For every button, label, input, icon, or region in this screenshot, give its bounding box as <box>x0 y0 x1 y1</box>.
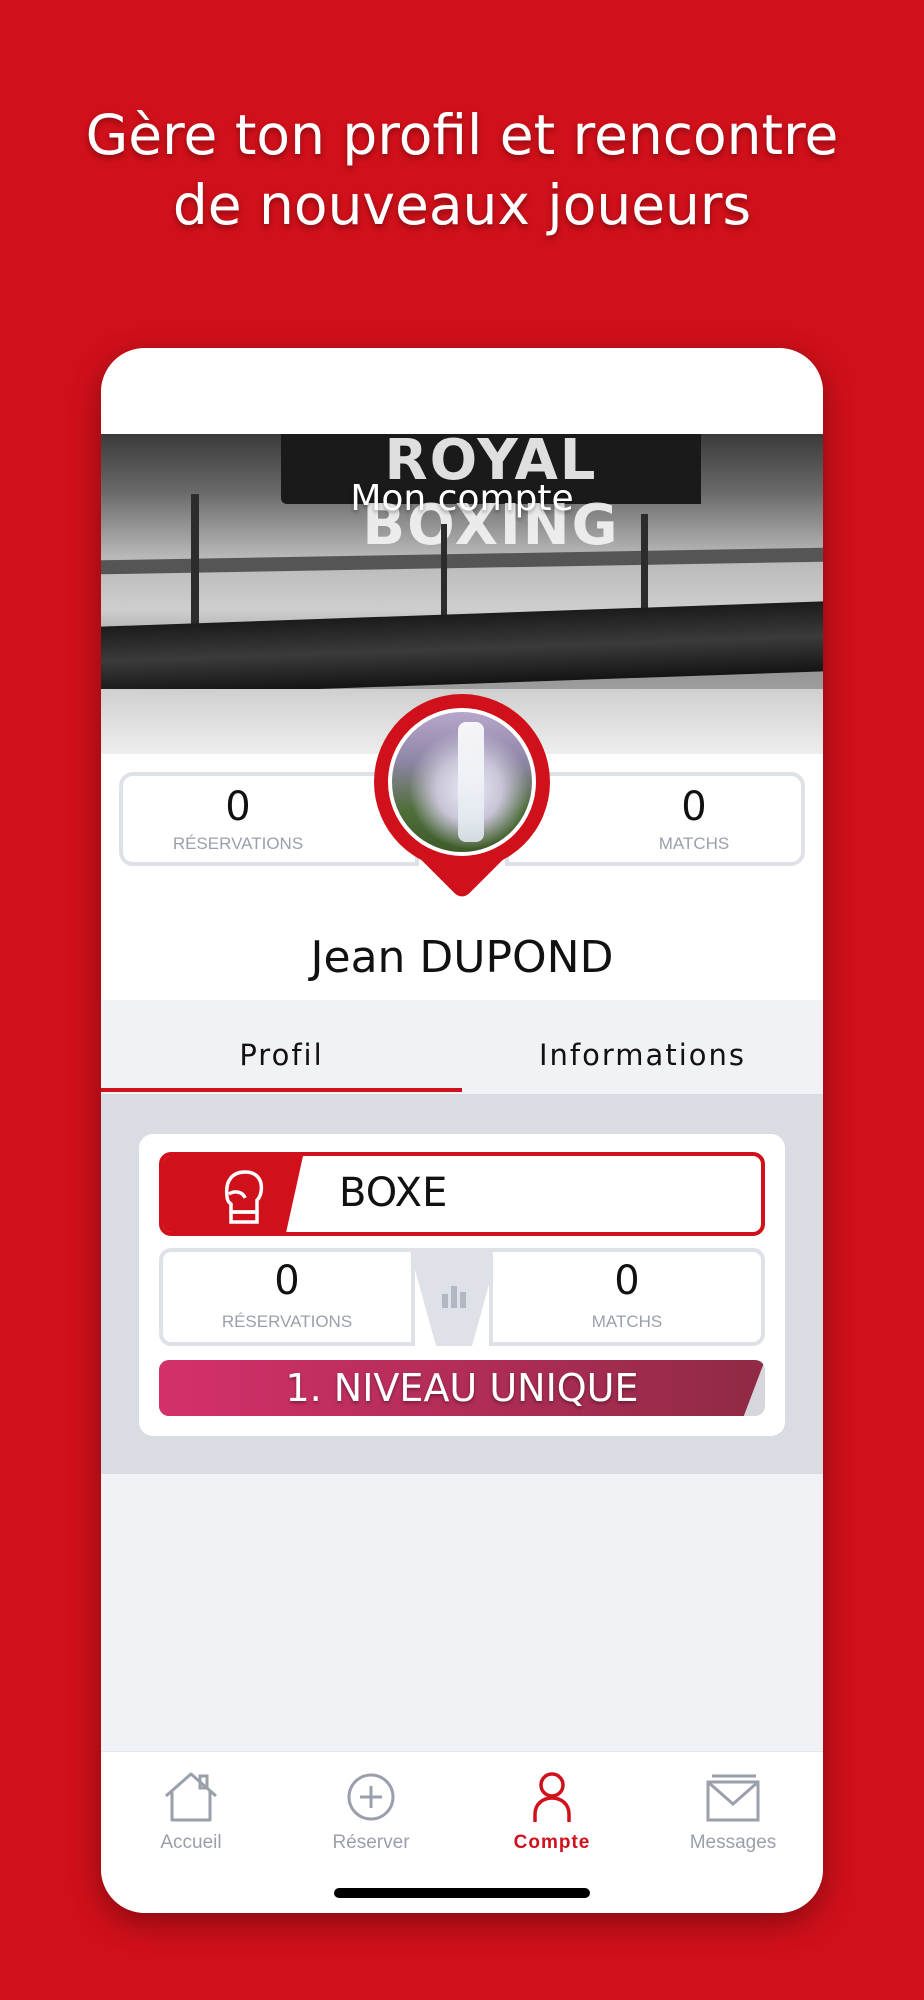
profile-header: 0 RÉSERVATIONS 0 MATCHS Jean DUPOND <box>101 694 823 1000</box>
promo-headline-line2: de nouveaux joueurs <box>172 173 752 237</box>
boxing-glove-icon <box>224 1170 264 1224</box>
promo-headline-line1: Gère ton profil et rencontre <box>85 103 839 167</box>
profile-tabs: Profil Informations <box>101 1000 823 1094</box>
nav-item-compte[interactable]: Compte <box>462 1770 642 1854</box>
home-icon <box>165 1772 217 1822</box>
nav-item-accueil[interactable]: Accueil <box>101 1770 281 1854</box>
sport-matchs-stat: 0 MATCHS <box>489 1248 765 1346</box>
nav-label-compte: Compte <box>513 1832 591 1853</box>
nav-label-messages: Messages <box>689 1832 777 1853</box>
sport-matchs-label: MATCHS <box>591 1312 663 1331</box>
profile-content: BOXE 0 RÉSERVATIONS 0 MATCHS 1. NIVEAU U… <box>101 1094 823 1474</box>
sport-reservations-label: RÉSERVATIONS <box>221 1312 353 1331</box>
sport-reservations-stat: 0 RÉSERVATIONS <box>159 1248 415 1346</box>
avatar[interactable] <box>374 694 550 914</box>
reservations-label: RÉSERVATIONS <box>172 834 304 853</box>
nav-item-messages[interactable]: Messages <box>643 1770 823 1854</box>
tab-profil[interactable]: Profil <box>101 1000 462 1094</box>
nav-label-reserver: Réserver <box>332 1832 410 1853</box>
matchs-label: MATCHS <box>658 834 730 853</box>
sport-matchs-count: 0 <box>614 1258 640 1304</box>
level-bar: 1. NIVEAU UNIQUE <box>159 1360 765 1416</box>
page-title: Mon compte <box>350 478 574 519</box>
active-tab-indicator <box>101 1088 462 1092</box>
status-bar <box>101 348 823 434</box>
sport-header: BOXE <box>159 1152 765 1236</box>
user-icon <box>533 1772 571 1822</box>
user-name: Jean DUPOND <box>101 932 823 983</box>
reservations-count: 0 <box>225 784 251 830</box>
sport-name: BOXE <box>339 1170 448 1216</box>
sport-reservations-count: 0 <box>274 1258 300 1304</box>
level-label: 1. NIVEAU UNIQUE <box>285 1366 639 1410</box>
phone-screen: ROYAL BOXING Mon compte 0 RÉSERVATIONS 0… <box>101 348 823 1913</box>
nav-label-accueil: Accueil <box>160 1832 222 1853</box>
tab-informations[interactable]: Informations <box>462 1000 823 1094</box>
bar-chart-icon <box>442 1286 466 1308</box>
matchs-stat[interactable]: 0 MATCHS <box>505 772 805 866</box>
nav-item-reserver[interactable]: Réserver <box>281 1770 461 1854</box>
mail-icon <box>706 1774 760 1822</box>
home-indicator[interactable] <box>334 1888 590 1898</box>
matchs-count: 0 <box>681 784 707 830</box>
sport-card[interactable]: BOXE 0 RÉSERVATIONS 0 MATCHS 1. NIVEAU U… <box>139 1134 785 1436</box>
avatar-image <box>388 708 536 856</box>
plus-circle-icon <box>347 1773 395 1821</box>
user-first-name: Jean <box>310 932 406 983</box>
promo-headline: Gère ton profil et rencontre de nouveaux… <box>0 100 924 240</box>
user-last-name: DUPOND <box>419 932 614 983</box>
